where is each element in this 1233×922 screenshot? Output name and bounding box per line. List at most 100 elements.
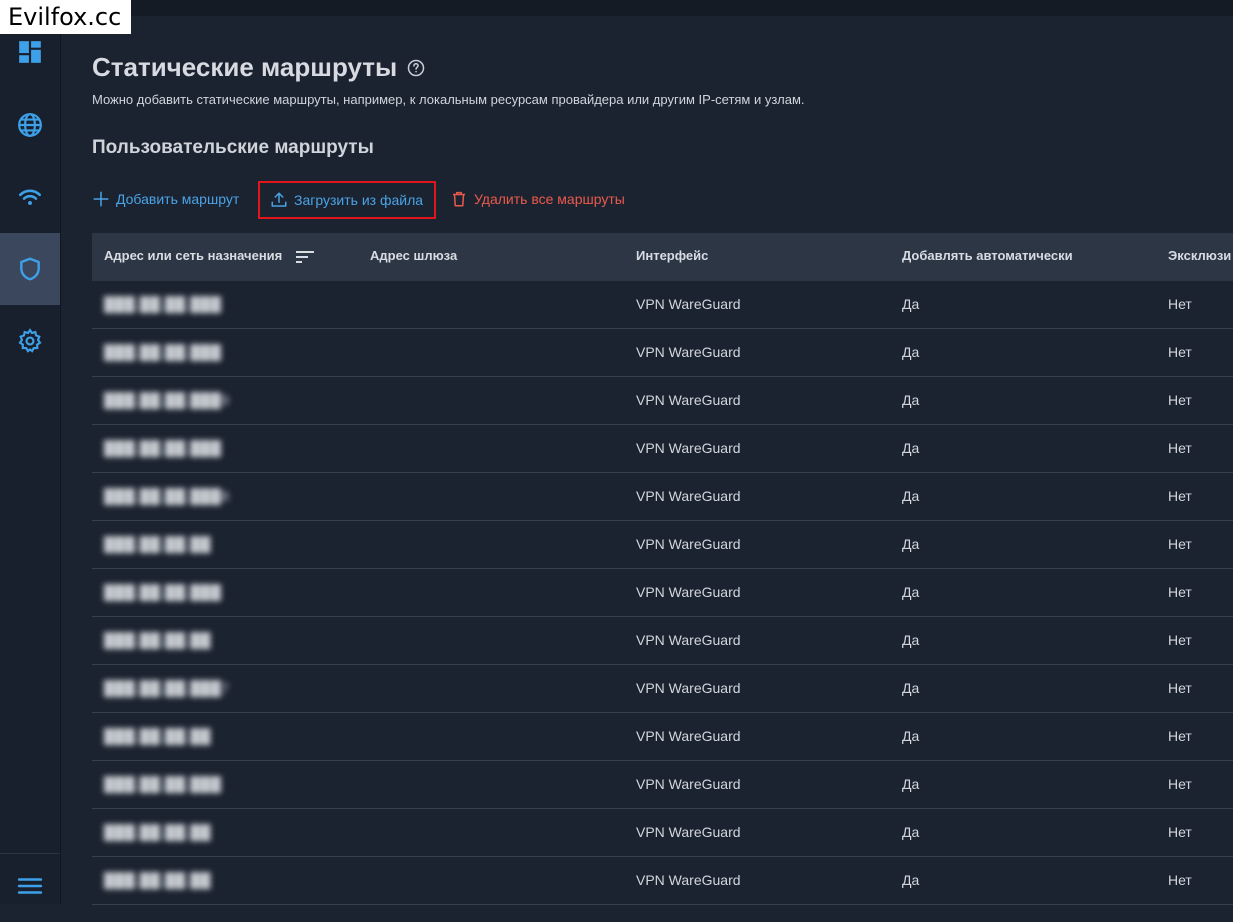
cell-auto: Да [902,536,920,552]
cell-auto: Да [902,776,920,792]
cell-destination: ███.██.██.██ [104,536,211,552]
toolbar: Добавить маршрут Загрузить из файла Удал… [92,180,1233,220]
sidebar-item-internet[interactable] [0,89,60,161]
cell-exclusive: Нет [1168,680,1192,696]
hamburger-icon [17,878,43,894]
page-title: Статические маршруты [92,52,398,82]
cell-destination: ███.██.██.███9 [104,392,230,408]
cell-destination: ███.██.██.███ [104,440,222,456]
cell-auto: Да [902,728,920,744]
cell-destination: ███.██.██.███ [104,296,222,312]
sidebar [0,0,61,904]
table-row[interactable]: ███.██.██.██ VPN WareGuard Да Нет [92,521,1233,569]
cell-interface: VPN WareGuard [636,872,741,888]
upload-from-file-button[interactable]: Загрузить из файла [258,181,437,219]
cell-interface: VPN WareGuard [636,488,741,504]
cell-destination: ███.██.██.██ [104,632,211,648]
cell-interface: VPN WareGuard [636,440,741,456]
cell-auto: Да [902,584,920,600]
cell-destination: ███.██.██.███ [104,584,222,600]
cell-exclusive: Нет [1168,344,1192,360]
table-row[interactable]: ███.██.██.██ VPN WareGuard Да Нет [92,809,1233,857]
cell-exclusive: Нет [1168,392,1192,408]
upload-icon [271,192,287,207]
cell-exclusive: Нет [1168,584,1192,600]
cell-exclusive: Нет [1168,776,1192,792]
dashboard-icon [19,41,41,63]
delete-all-routes-button[interactable]: Удалить все маршруты [450,180,625,218]
table-row[interactable]: ███.██.██.██ VPN WareGuard Да Нет [92,713,1233,761]
cell-interface: VPN WareGuard [636,824,741,840]
wifi-icon [18,189,42,205]
routes-table: Адрес или сеть назначения Адрес шлюза Ин… [92,233,1233,905]
table-header: Адрес или сеть назначения Адрес шлюза Ин… [92,233,1233,281]
cell-auto: Да [902,488,920,504]
cell-exclusive: Нет [1168,872,1192,888]
sidebar-item-settings[interactable] [0,305,60,377]
globe-icon [18,113,42,137]
column-header-gateway[interactable]: Адрес шлюза [370,233,457,281]
add-route-label: Добавить маршрут [116,191,240,207]
page-title-row: Статические маршруты [92,52,425,83]
main-content: Статические маршруты Можно добавить стат… [92,0,1233,905]
table-row[interactable]: ███.██.██.███7 VPN WareGuard Да Нет [92,665,1233,713]
cell-interface: VPN WareGuard [636,680,741,696]
watermark: Evilfox.cc [0,0,132,34]
sidebar-item-security[interactable] [0,233,60,305]
add-route-button[interactable]: Добавить маршрут [92,180,239,218]
cell-auto: Да [902,392,920,408]
sidebar-item-wifi[interactable] [0,161,60,233]
cell-destination: ███.██.██.███7 [104,680,230,696]
cell-auto: Да [902,344,920,360]
cell-interface: VPN WareGuard [636,296,741,312]
cell-exclusive: Нет [1168,728,1192,744]
table-row[interactable]: ███.██.██.███8 VPN WareGuard Да Нет [92,473,1233,521]
cell-destination: ███.██.██.██ [104,728,211,744]
cell-auto: Да [902,296,920,312]
table-row[interactable]: ███.██.██.███ VPN WareGuard Да Нет [92,761,1233,809]
cell-destination: ███.██.██.██ [104,824,211,840]
section-title: Пользовательские маршруты [92,137,374,158]
cell-auto: Да [902,632,920,648]
cell-interface: VPN WareGuard [636,344,741,360]
cell-exclusive: Нет [1168,632,1192,648]
table-row[interactable]: ███.██.██.██ VPN WareGuard Да Нет [92,617,1233,665]
trash-icon [453,191,465,207]
table-row[interactable]: ███.██.██.███ VPN WareGuard Да Нет [92,329,1233,377]
delete-all-routes-label: Удалить все маршруты [474,191,625,207]
page-description: Можно добавить статические маршруты, нап… [92,92,805,107]
cell-interface: VPN WareGuard [636,536,741,552]
upload-from-file-label: Загрузить из файла [294,192,424,208]
cell-interface: VPN WareGuard [636,392,741,408]
column-header-interface[interactable]: Интерфейс [636,233,708,281]
column-header-destination[interactable]: Адрес или сеть назначения [104,233,314,281]
cell-auto: Да [902,680,920,696]
table-row[interactable]: ███.██.██.███ VPN WareGuard Да Нет [92,425,1233,473]
table-row[interactable]: ███.██.██.███ VPN WareGuard Да Нет [92,281,1233,329]
column-header-exclusive[interactable]: Эксклюзи [1168,233,1231,281]
table-row[interactable]: ███.██.██.███9 VPN WareGuard Да Нет [92,377,1233,425]
cell-exclusive: Нет [1168,296,1192,312]
cell-interface: VPN WareGuard [636,632,741,648]
table-row[interactable]: ███.██.██.██ VPN WareGuard Да Нет [92,857,1233,905]
cell-auto: Да [902,440,920,456]
cell-auto: Да [902,872,920,888]
table-body: ███.██.██.███ VPN WareGuard Да Нет ███.██.██… [92,281,1233,905]
cell-interface: VPN WareGuard [636,728,741,744]
cell-exclusive: Нет [1168,488,1192,504]
cell-destination: ███.██.██.███ [104,776,222,792]
cell-interface: VPN WareGuard [636,776,741,792]
help-icon[interactable] [407,59,425,77]
sort-icon[interactable] [295,250,314,264]
cell-auto: Да [902,824,920,840]
cell-interface: VPN WareGuard [636,584,741,600]
cell-exclusive: Нет [1168,536,1192,552]
gear-icon [18,328,42,353]
cell-exclusive: Нет [1168,824,1192,840]
table-row[interactable]: ███.██.██.███ VPN WareGuard Да Нет [92,569,1233,617]
sidebar-item-menu[interactable] [0,850,60,922]
cell-destination: ███.██.██.███ [104,344,222,360]
plus-icon [93,191,109,207]
cell-destination: ███.██.██.███8 [104,488,230,504]
column-header-auto[interactable]: Добавлять автоматически [902,233,1073,281]
